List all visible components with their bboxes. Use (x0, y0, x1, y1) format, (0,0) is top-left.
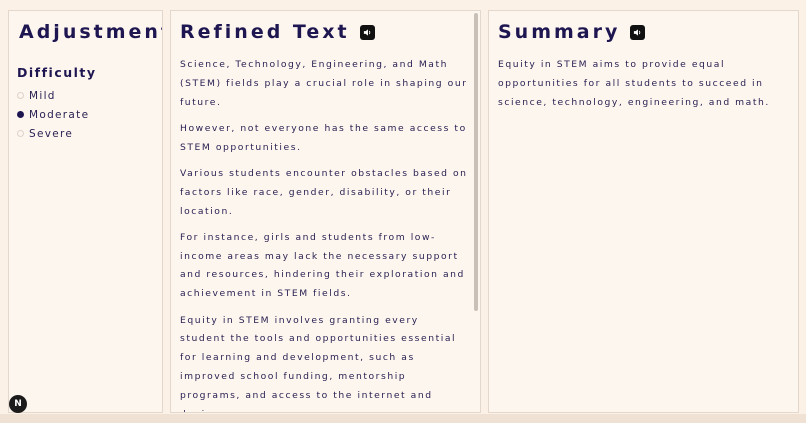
speaker-icon (363, 28, 370, 36)
radio-button-moderate[interactable] (17, 111, 24, 118)
refined-paragraph: For instance, girls and students from lo… (180, 231, 465, 300)
summary-speaker-button[interactable] (630, 24, 646, 40)
refined-paragraph: Science, Technology, Engineering, and Ma… (180, 59, 468, 108)
refined-text-body: Science, Technology, Engineering, and Ma… (180, 56, 468, 412)
speaker-icon (634, 28, 641, 36)
refined-text-panel[interactable]: Refined Text Science, Technology, Engine… (170, 10, 481, 413)
refined-paragraph: Equity in STEM involves granting every s… (180, 314, 457, 412)
adjustments-title: Adjustments (19, 21, 162, 43)
difficulty-label: Difficulty (17, 65, 97, 80)
floating-action-button[interactable]: N (9, 395, 27, 413)
difficulty-radio-group: Mild Moderate Severe (17, 86, 89, 143)
summary-text: Equity in STEM aims to provide equal opp… (498, 59, 770, 108)
difficulty-option-severe[interactable]: Severe (17, 124, 89, 143)
summary-header: Summary (498, 21, 646, 43)
adjustments-panel: Adjustments Difficulty Mild Moderate Sev… (8, 10, 163, 413)
summary-body: Equity in STEM aims to provide equal opp… (498, 56, 788, 120)
app-root: Adjustments Difficulty Mild Moderate Sev… (0, 0, 806, 423)
refined-text-title: Refined Text (180, 21, 350, 43)
bottom-bar (0, 414, 806, 423)
radio-label-severe: Severe (29, 127, 74, 140)
refined-text-header: Refined Text (180, 21, 375, 43)
refined-scrollbar[interactable] (474, 13, 478, 411)
refined-paragraph: Various students encounter obstacles bas… (180, 167, 468, 217)
radio-button-severe[interactable] (17, 130, 24, 137)
radio-label-moderate: Moderate (29, 108, 90, 121)
difficulty-option-moderate[interactable]: Moderate (17, 105, 89, 124)
refined-paragraph: However, not everyone has the same acces… (180, 122, 467, 153)
difficulty-option-mild[interactable]: Mild (17, 86, 89, 105)
refined-scrollbar-thumb[interactable] (474, 13, 478, 311)
radio-button-mild[interactable] (17, 92, 24, 99)
refined-speaker-button[interactable] (359, 24, 375, 40)
summary-panel: Summary Equity in STEM aims to provide e… (488, 10, 799, 413)
radio-label-mild: Mild (29, 89, 56, 102)
summary-title: Summary (498, 21, 621, 43)
